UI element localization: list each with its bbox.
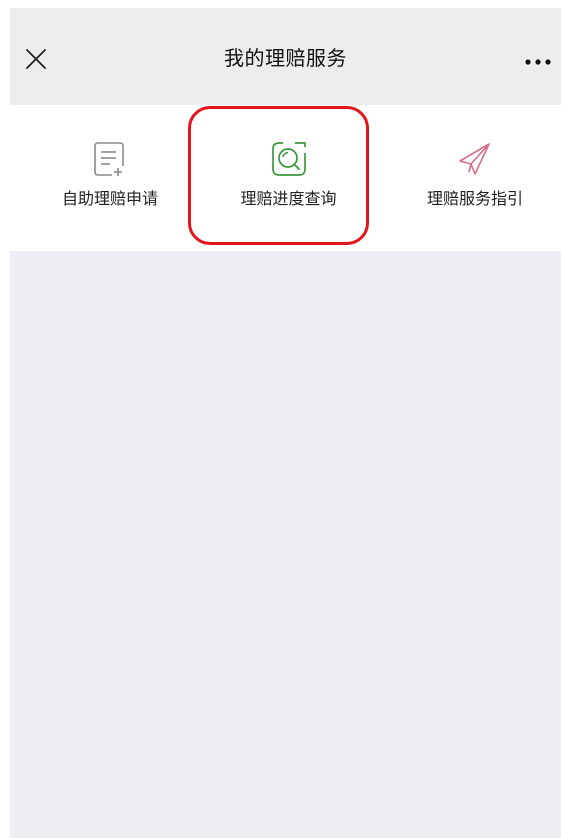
content-area [10,251,561,838]
menu-item-label: 自助理赔申请 [61,189,158,208]
service-menu: 自助理赔申请 理赔进度查询 理赔服务指引 [10,105,561,251]
paper-plane-icon [459,143,490,175]
menu-item-label: 理赔服务指引 [426,189,523,208]
search-square-icon [272,142,306,176]
menu-item-service-guide[interactable]: 理赔服务指引 [410,105,540,251]
more-icon [525,59,551,65]
menu-item-self-claim[interactable]: 自助理赔申请 [45,105,175,251]
app-window: 我的理赔服务 自助理赔申请 理赔进度查询 理赔服务指引 [10,8,561,838]
top-bar: 我的理赔服务 [10,8,561,105]
more-button[interactable] [523,48,553,70]
menu-item-claim-progress[interactable]: 理赔进度查询 [222,105,355,251]
menu-item-label: 理赔进度查询 [240,189,337,208]
page-title: 我的理赔服务 [224,46,347,70]
document-add-icon [94,142,124,176]
